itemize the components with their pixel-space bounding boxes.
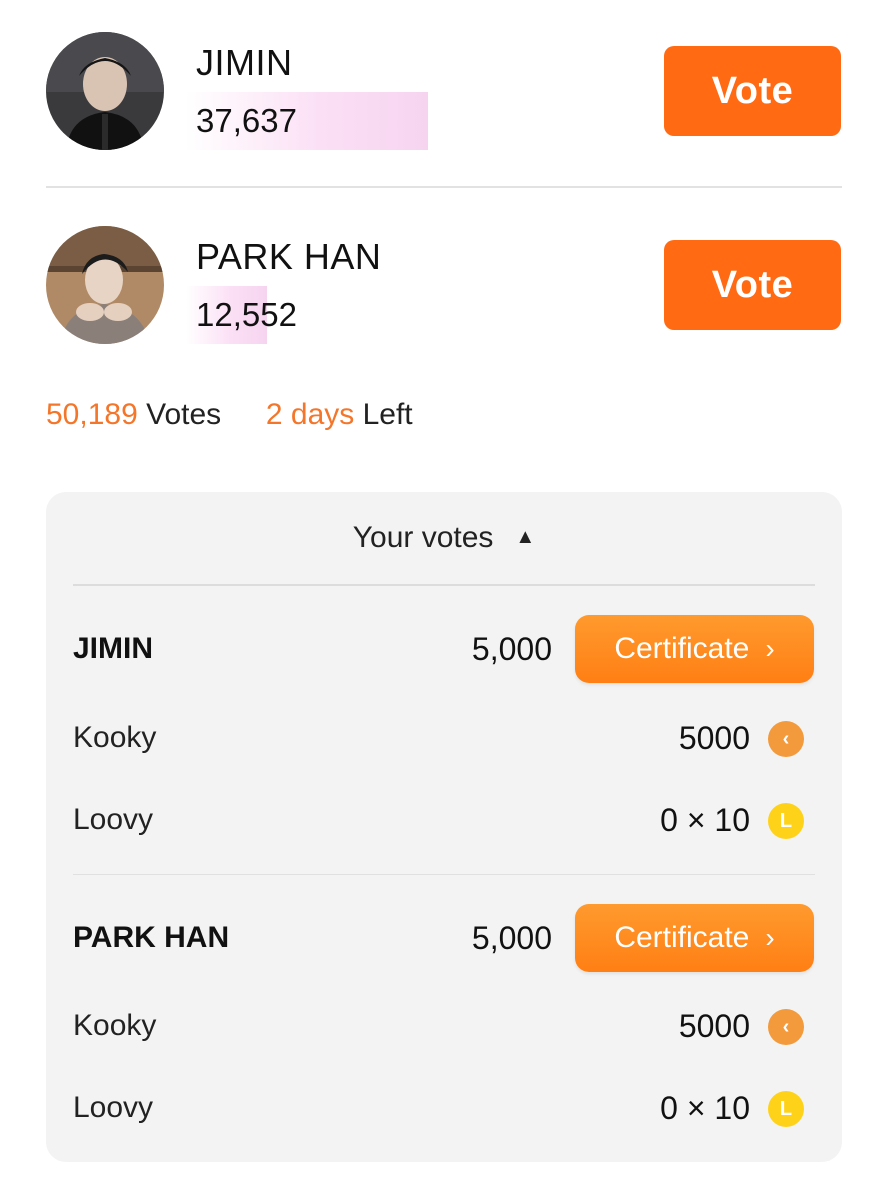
vote-count: 37,637 [196, 102, 297, 139]
entry-count: 5,000 [471, 631, 552, 667]
avatar [46, 226, 164, 344]
left-word: Left [362, 398, 413, 431]
loovy-label: Loovy [73, 803, 154, 836]
candidate-row-park-han: PARK HAN 12,552 Vote [0, 224, 887, 384]
kooky-label: Kooky [73, 1009, 157, 1042]
loovy-coin-icon: L [768, 803, 804, 839]
kooky-value: 5000 [678, 1008, 750, 1044]
loovy-label: Loovy [73, 1091, 154, 1124]
certificate-button[interactable]: Certificate › [575, 904, 814, 972]
kooky-coin-icon: ‹ [768, 1009, 804, 1045]
kooky-value: 5000 [678, 720, 750, 756]
avatar-photo-park-han [46, 226, 164, 344]
avatar-photo-jimin [46, 32, 164, 150]
divider [46, 186, 842, 188]
certificate-label: Certificate [614, 921, 750, 954]
loovy-value: 0 × 10 [660, 802, 750, 838]
divider [73, 584, 815, 586]
loovy-coin-icon: L [768, 1091, 804, 1127]
votes-word: Votes [146, 398, 222, 431]
chevron-right-icon: › [765, 922, 775, 953]
loovy-value: 0 × 10 [660, 1090, 750, 1126]
vote-button[interactable]: Vote [664, 240, 841, 330]
caret-up-icon: ▲ [515, 525, 536, 548]
kooky-coin-icon: ‹ [768, 721, 804, 757]
candidate-row-jimin: JIMIN 37,637 Vote [0, 30, 887, 190]
days-remaining: 2 days [265, 398, 355, 431]
your-votes-toggle[interactable]: Your votes ▲ [46, 492, 842, 584]
divider [73, 874, 815, 875]
certificate-button[interactable]: Certificate › [575, 615, 814, 683]
vote-button[interactable]: Vote [664, 46, 841, 136]
your-votes-panel: Your votes ▲ JIMIN 5,000 Certificate › K… [46, 492, 842, 1162]
avatar [46, 32, 164, 150]
vote-count: 12,552 [196, 296, 297, 333]
entry-count: 5,000 [471, 920, 552, 956]
certificate-label: Certificate [614, 632, 750, 665]
entry-name: PARK HAN [73, 921, 230, 954]
vote-progress: 12,552 [186, 286, 508, 344]
entry-name: JIMIN [73, 632, 154, 665]
candidate-name: JIMIN [196, 42, 293, 83]
kooky-label: Kooky [73, 721, 157, 754]
candidate-name: PARK HAN [196, 236, 382, 277]
total-votes: 50,189 [46, 398, 138, 431]
your-votes-title: Your votes [352, 521, 494, 554]
poll-stats: 50,189 Votes 2 days Left [46, 398, 413, 432]
vote-progress: 37,637 [186, 92, 508, 150]
chevron-right-icon: › [765, 633, 775, 664]
